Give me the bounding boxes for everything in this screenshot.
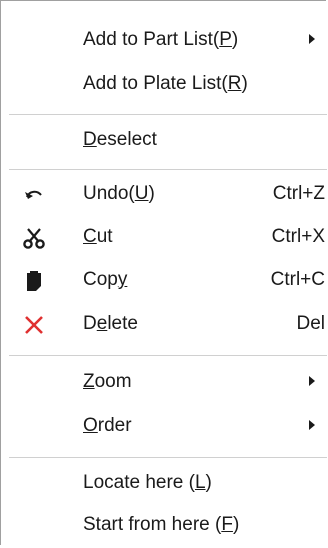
menu-separator (9, 169, 327, 170)
shortcut-label: Ctrl+Z (272, 183, 325, 204)
shortcut-label: Ctrl+C (270, 269, 325, 290)
menu-item-start-from-here[interactable]: Start from here (F) (1, 504, 327, 548)
undo-icon (21, 182, 47, 208)
menu-item-zoom[interactable]: Zoom (1, 361, 327, 405)
menu-item-add-to-part-list[interactable]: Add to Part List(P) (1, 19, 327, 63)
menu-item-label: Order (83, 415, 132, 436)
menu-item-label: Start from here (F) (83, 514, 240, 535)
context-menu: Add to Part List(P) Add to Plate List(R)… (0, 0, 327, 548)
menu-item-label: Cut (83, 226, 113, 247)
menu-item-label: Delete (83, 313, 138, 334)
menu-item-label: Copy (83, 269, 128, 290)
menu-item-label: Deselect (83, 129, 157, 150)
menu-item-label: Add to Plate List(R) (83, 73, 248, 94)
delete-icon (21, 312, 47, 338)
menu-item-deselect[interactable]: Deselect (1, 119, 327, 163)
menu-item-order[interactable]: Order (1, 405, 327, 449)
submenu-arrow-icon (309, 376, 315, 386)
copy-icon (21, 268, 47, 294)
menu-separator (9, 457, 327, 458)
menu-item-delete[interactable]: Delete Del (1, 303, 327, 347)
menu-separator (9, 355, 327, 356)
menu-item-undo[interactable]: Undo(U) Ctrl+Z (1, 173, 327, 217)
menu-item-label: Add to Part List(P) (83, 29, 239, 50)
menu-item-cut[interactable]: Cut Ctrl+X (1, 216, 327, 260)
menu-separator (9, 114, 327, 115)
menu-item-locate-here[interactable]: Locate here (L) (1, 462, 327, 506)
menu-item-label: Locate here (L) (83, 472, 212, 493)
shortcut-label: Ctrl+X (271, 226, 325, 247)
menu-item-label: Undo(U) (83, 183, 155, 204)
scissors-icon (21, 225, 47, 251)
menu-item-label: Zoom (83, 371, 132, 392)
submenu-arrow-icon (309, 420, 315, 430)
menu-item-add-to-plate-list[interactable]: Add to Plate List(R) (1, 63, 327, 107)
menu-item-copy[interactable]: Copy Ctrl+C (1, 259, 327, 303)
shortcut-label: Del (296, 313, 325, 334)
submenu-arrow-icon (309, 34, 315, 44)
